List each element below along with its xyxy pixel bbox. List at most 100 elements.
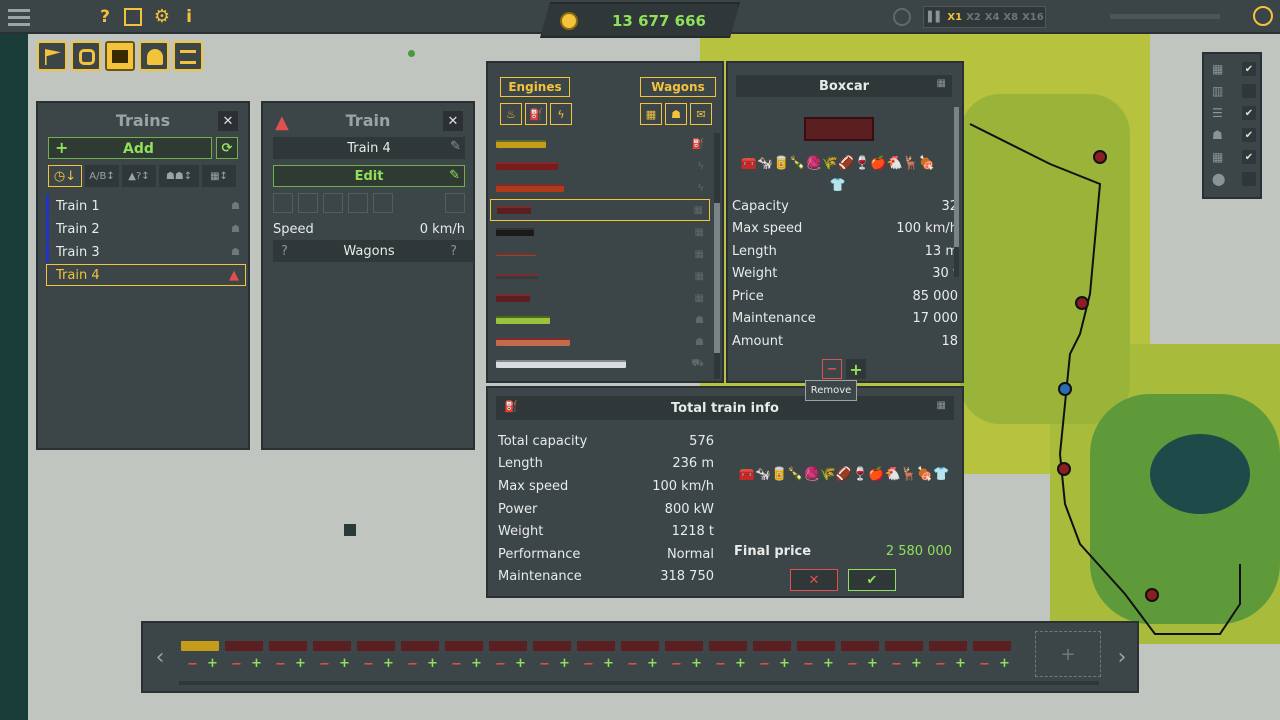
remove-icon[interactable]: − <box>891 657 902 672</box>
sort-clock-button[interactable]: ◷↓ <box>48 165 82 187</box>
layer-toggle[interactable]: ▥ <box>1212 82 1256 100</box>
remove-icon[interactable]: − <box>979 657 990 672</box>
vehicle-item[interactable]: ϟ <box>490 177 710 199</box>
remove-icon[interactable]: − <box>935 657 946 672</box>
volume-slider[interactable] <box>1110 14 1220 19</box>
close-icon[interactable]: ✕ <box>443 111 463 131</box>
vehicle-item-selected[interactable]: ▦ <box>490 199 710 221</box>
layer-toggle[interactable]: ⬤ <box>1212 170 1256 188</box>
add-icon[interactable]: + <box>295 656 306 671</box>
train-tool-button[interactable] <box>105 41 135 71</box>
wagon-slot[interactable]: − + <box>839 631 879 677</box>
add-vehicle-slot[interactable]: + <box>1035 631 1101 677</box>
info-icon[interactable]: i <box>180 6 198 28</box>
diesel-filter-icon[interactable]: ⛽ <box>525 103 547 125</box>
remove-icon[interactable]: − <box>847 657 858 672</box>
vehicle-item[interactable]: ▦ <box>490 221 710 243</box>
help-icon[interactable]: ? <box>95 6 115 28</box>
remove-icon[interactable]: − <box>187 657 198 672</box>
details-scrollbar[interactable] <box>954 107 959 277</box>
vehicle-item[interactable]: ▦ <box>490 265 710 287</box>
checkbox[interactable] <box>1242 84 1256 98</box>
wagon-slot[interactable]: − + <box>487 631 527 677</box>
checkbox-checked[interactable]: ✔ <box>1242 128 1256 142</box>
add-icon[interactable]: + <box>823 656 834 671</box>
speed-x8-button[interactable]: X8 <box>1003 12 1018 23</box>
checkbox[interactable] <box>1242 172 1256 186</box>
confirm-button[interactable]: ✔ <box>848 569 896 591</box>
cancel-button[interactable]: ✕ <box>790 569 838 591</box>
flag-tool-button[interactable] <box>37 41 67 71</box>
edit-button[interactable]: Edit ✎ <box>273 165 465 187</box>
vehicle-item[interactable]: ϟ <box>490 155 710 177</box>
layers-tool-button[interactable] <box>173 41 203 71</box>
notes-icon[interactable] <box>124 8 142 26</box>
add-icon[interactable]: + <box>779 656 790 671</box>
checkbox-checked[interactable]: ✔ <box>1242 150 1256 164</box>
add-train-button[interactable]: + Add <box>48 137 212 159</box>
sort-wagon-button[interactable]: ▦↕ <box>202 165 236 187</box>
pause-button[interactable]: ▌▌ <box>928 12 943 23</box>
close-icon[interactable]: ✕ <box>218 111 238 131</box>
sort-people-button[interactable]: ☗☗↕ <box>159 165 199 187</box>
layer-toggle[interactable]: ▦ ✔ <box>1212 148 1256 166</box>
wagon-slot[interactable]: − + <box>883 631 923 677</box>
remove-icon[interactable]: − <box>759 657 770 672</box>
wagon-slot[interactable]: − + <box>663 631 703 677</box>
remove-icon[interactable]: − <box>363 657 374 672</box>
remove-icon[interactable]: − <box>407 657 418 672</box>
wagon-slot[interactable]: − + <box>575 631 615 677</box>
train-list-item-selected[interactable]: Train 4 ▲ <box>46 264 246 286</box>
station-marker[interactable] <box>1093 150 1107 164</box>
menu-icon[interactable] <box>6 5 32 29</box>
scroll-thumb[interactable] <box>954 107 959 247</box>
add-icon[interactable]: + <box>867 656 878 671</box>
add-icon[interactable]: + <box>647 656 658 671</box>
add-icon[interactable]: + <box>911 656 922 671</box>
wagon-slot[interactable]: − + <box>707 631 747 677</box>
pencil-icon[interactable]: ✎ <box>450 139 461 154</box>
layer-toggle[interactable]: ☰ ✔ <box>1212 104 1256 122</box>
wagon-slot[interactable]: − + <box>927 631 967 677</box>
add-icon[interactable]: + <box>559 656 570 671</box>
depot-icon[interactable] <box>323 193 343 213</box>
remove-icon[interactable]: − <box>539 657 550 672</box>
train-list-item[interactable]: Train 2 ☗ <box>46 218 246 240</box>
add-icon[interactable]: + <box>603 656 614 671</box>
electric-filter-icon[interactable]: ϟ <box>550 103 572 125</box>
remove-icon[interactable]: − <box>671 657 682 672</box>
vehicle-item[interactable]: ⛟ <box>490 353 710 375</box>
station-marker[interactable] <box>1145 588 1159 602</box>
steam-filter-icon[interactable]: ♨ <box>500 103 522 125</box>
scroll-left-button[interactable]: ‹ <box>145 623 175 691</box>
scroll-thumb[interactable] <box>714 203 720 353</box>
checkbox-checked[interactable]: ✔ <box>1242 62 1256 76</box>
wagon-slot[interactable]: − + <box>971 631 1011 677</box>
wagon-slot[interactable]: − + <box>267 631 307 677</box>
building-icon[interactable] <box>344 524 356 536</box>
wagon-slot[interactable]: − + <box>751 631 791 677</box>
add-icon[interactable]: + <box>515 656 526 671</box>
remove-icon[interactable]: − <box>275 657 286 672</box>
remove-icon[interactable]: − <box>583 657 594 672</box>
wagon-slot[interactable]: − + <box>443 631 483 677</box>
engine-slot[interactable]: − + <box>179 631 219 677</box>
wagon-slot[interactable]: − + <box>795 631 835 677</box>
remove-icon[interactable]: − <box>319 657 330 672</box>
action-button[interactable] <box>273 193 293 213</box>
refresh-icon[interactable]: ⟳ <box>216 137 238 159</box>
train-list-item[interactable]: Train 3 ☗ <box>46 241 246 263</box>
copy-icon[interactable] <box>348 193 368 213</box>
add-icon[interactable]: + <box>999 656 1010 671</box>
info-icon[interactable] <box>373 193 393 213</box>
sort-ab-button[interactable]: A/B↕ <box>85 165 119 187</box>
speed-x2-button[interactable]: X2 <box>966 12 981 23</box>
scroll-right-button[interactable]: › <box>1107 623 1137 691</box>
add-icon[interactable]: + <box>471 656 482 671</box>
speed-x4-button[interactable]: X4 <box>985 12 1000 23</box>
trash-icon[interactable] <box>445 193 465 213</box>
remove-icon[interactable]: − <box>627 657 638 672</box>
checkbox-checked[interactable]: ✔ <box>1242 106 1256 120</box>
mail-filter-icon[interactable]: ✉ <box>690 103 712 125</box>
route-tool-button[interactable] <box>71 41 101 71</box>
